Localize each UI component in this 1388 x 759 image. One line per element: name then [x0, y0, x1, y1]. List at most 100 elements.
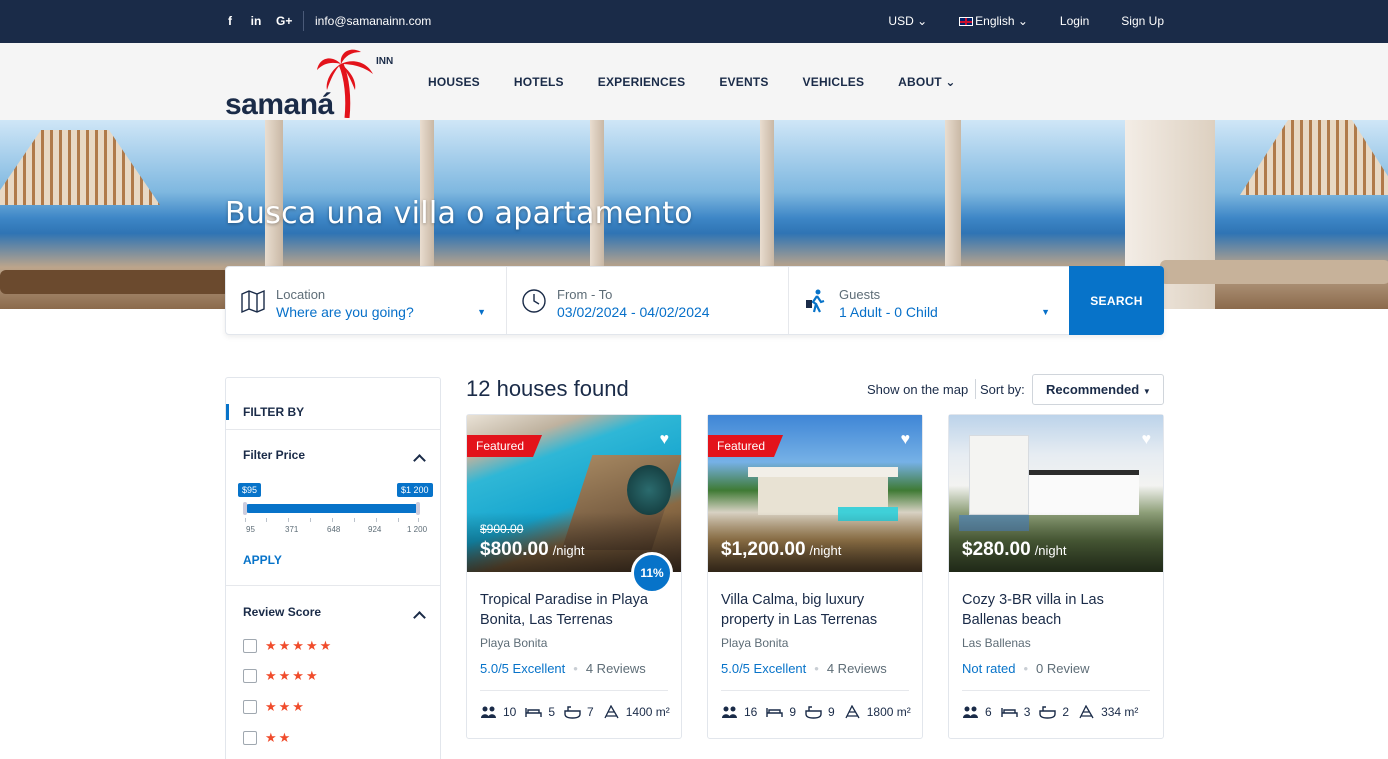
- checkbox[interactable]: [243, 700, 257, 714]
- guests-value: 1 Adult - 0 Child: [839, 304, 938, 320]
- sort-by-label: Sort by:: [980, 382, 1025, 397]
- baths-count: 9: [828, 705, 835, 719]
- rating-text: 5.0/5 Excellent: [480, 661, 566, 676]
- review-option-3[interactable]: ★★★: [243, 699, 306, 714]
- rating-text: Not rated: [962, 661, 1016, 676]
- property-title[interactable]: Tropical Paradise in Playa Bonita, Las T…: [480, 590, 670, 630]
- baths-count: 7: [587, 705, 594, 719]
- heart-icon[interactable]: ♥: [901, 431, 911, 449]
- checkbox[interactable]: [243, 669, 257, 683]
- caret-down-icon: ▼: [1041, 307, 1050, 317]
- review-option-2[interactable]: ★★: [243, 730, 292, 745]
- google-plus-icon[interactable]: G+: [276, 14, 292, 28]
- search-button[interactable]: SEARCH: [1069, 266, 1164, 335]
- dates-label: From - To: [557, 287, 613, 302]
- beds-count: 9: [789, 705, 797, 719]
- logo-sup: INN: [376, 56, 394, 67]
- language-dropdown[interactable]: English ⌄: [959, 14, 1028, 28]
- price-range-slider[interactable]: [245, 504, 419, 513]
- area-icon: [1079, 705, 1094, 719]
- sort-dropdown[interactable]: Recommended ▼: [1032, 374, 1164, 405]
- property-location: Las Ballenas: [962, 636, 1031, 650]
- bed-icon: [1000, 708, 1018, 717]
- property-title[interactable]: Villa Calma, big luxury property in Las …: [721, 590, 911, 630]
- nav-events[interactable]: EVENTS: [719, 75, 768, 89]
- guests-count: 16: [744, 705, 758, 719]
- nav-about[interactable]: ABOUT ⌄: [898, 75, 955, 89]
- roof-shape: [748, 467, 898, 477]
- price-value: $280.00: [962, 539, 1031, 560]
- email-link[interactable]: info@samanainn.com: [315, 14, 431, 28]
- search-bar: Location Where are you going? ▼ From - T…: [225, 266, 1164, 335]
- linkedin-icon[interactable]: in: [250, 14, 262, 28]
- results-count: 12 houses found: [466, 376, 629, 401]
- signup-link[interactable]: Sign Up: [1121, 14, 1164, 28]
- tick-label: 95: [246, 525, 255, 534]
- price-unit: /night: [1034, 543, 1067, 558]
- area-icon: [604, 705, 619, 719]
- language-label: English: [975, 14, 1015, 28]
- price-min-tag: $95: [238, 483, 262, 497]
- heart-icon[interactable]: ♥: [1142, 431, 1152, 449]
- price-max-handle[interactable]: [416, 502, 420, 515]
- filter-sidebar: FILTER BY Filter Price $95 $1 200 95 371…: [225, 377, 441, 759]
- bathtub-icon: [1039, 706, 1057, 719]
- caret-down-icon: ▼: [477, 307, 486, 317]
- heart-icon[interactable]: ♥: [660, 431, 670, 449]
- review-option-5[interactable]: ★★★★★: [243, 638, 334, 653]
- price-min-handle[interactable]: [243, 502, 247, 515]
- top-bar: f in G+ info@samanainn.com USD ⌄ English…: [0, 0, 1388, 43]
- facebook-icon[interactable]: f: [224, 14, 236, 28]
- apply-button[interactable]: APPLY: [243, 553, 282, 567]
- bed-icon: [525, 708, 543, 717]
- review-option-4[interactable]: ★★★★: [243, 668, 320, 683]
- area-value: 1800 m²: [866, 705, 911, 719]
- review-score-title[interactable]: Review Score: [243, 605, 321, 619]
- filter-price-title[interactable]: Filter Price: [243, 448, 305, 462]
- featured-badge: Featured: [467, 435, 543, 457]
- area-icon: [845, 705, 860, 719]
- show-on-map-link[interactable]: Show on the map: [867, 382, 968, 397]
- logo-word: samaná: [225, 88, 334, 121]
- building-shape: [969, 435, 1029, 515]
- checkbox[interactable]: [243, 639, 257, 653]
- guests-icon: [963, 706, 978, 718]
- divider: [975, 379, 976, 399]
- date-range-field[interactable]: From - To 03/02/2024 - 04/02/2024: [507, 267, 789, 334]
- nav-vehicles[interactable]: VEHICLES: [803, 75, 865, 89]
- chevron-up-icon[interactable]: [413, 454, 426, 467]
- chevron-down-icon: ⌄: [1017, 14, 1028, 28]
- guests-field[interactable]: Guests 1 Adult - 0 Child ▼: [789, 267, 1070, 334]
- chevron-up-icon[interactable]: [413, 611, 426, 624]
- divider: [962, 690, 1150, 691]
- guests-count: 6: [985, 705, 992, 719]
- social-links: f in G+: [224, 14, 292, 28]
- location-field[interactable]: Location Where are you going? ▼: [226, 267, 507, 334]
- discount-badge: 11%: [631, 552, 673, 594]
- nav-houses[interactable]: HOUSES: [428, 75, 480, 89]
- login-link[interactable]: Login: [1060, 14, 1089, 28]
- property-title[interactable]: Cozy 3-BR villa in Las Ballenas beach: [962, 590, 1152, 630]
- tick-label: 1 200: [407, 525, 428, 534]
- nav-experiences[interactable]: EXPERIENCES: [598, 75, 686, 89]
- price: $1,200.00/night: [721, 539, 841, 561]
- area-value: 1400 m²: [625, 705, 670, 719]
- divider: [480, 690, 668, 691]
- nav-hotels[interactable]: HOTELS: [514, 75, 564, 89]
- divider: [721, 690, 909, 691]
- site-logo[interactable]: INN samaná: [225, 48, 405, 121]
- property-card[interactable]: ♥ $280.00/night Cozy 3-BR villa in Las B…: [948, 414, 1164, 739]
- property-card[interactable]: Featured ♥ $900.00 $800.00/night 11% Tro…: [466, 414, 682, 739]
- filter-by-heading: FILTER BY: [226, 404, 304, 420]
- guests-label: Guests: [839, 287, 881, 302]
- checkbox[interactable]: [243, 731, 257, 745]
- property-features: 6 3 2 334 m²: [962, 705, 1147, 719]
- baths-count: 2: [1062, 705, 1070, 719]
- property-card[interactable]: Featured ♥ $1,200.00/night Villa Calma, …: [707, 414, 923, 739]
- location-label: Location: [276, 287, 326, 302]
- currency-dropdown[interactable]: USD ⌄: [888, 14, 927, 28]
- clock-icon: [522, 289, 546, 313]
- star-rating: ★★★★★: [265, 638, 334, 653]
- guests-icon: [722, 706, 737, 718]
- tick-label: 648: [327, 525, 341, 534]
